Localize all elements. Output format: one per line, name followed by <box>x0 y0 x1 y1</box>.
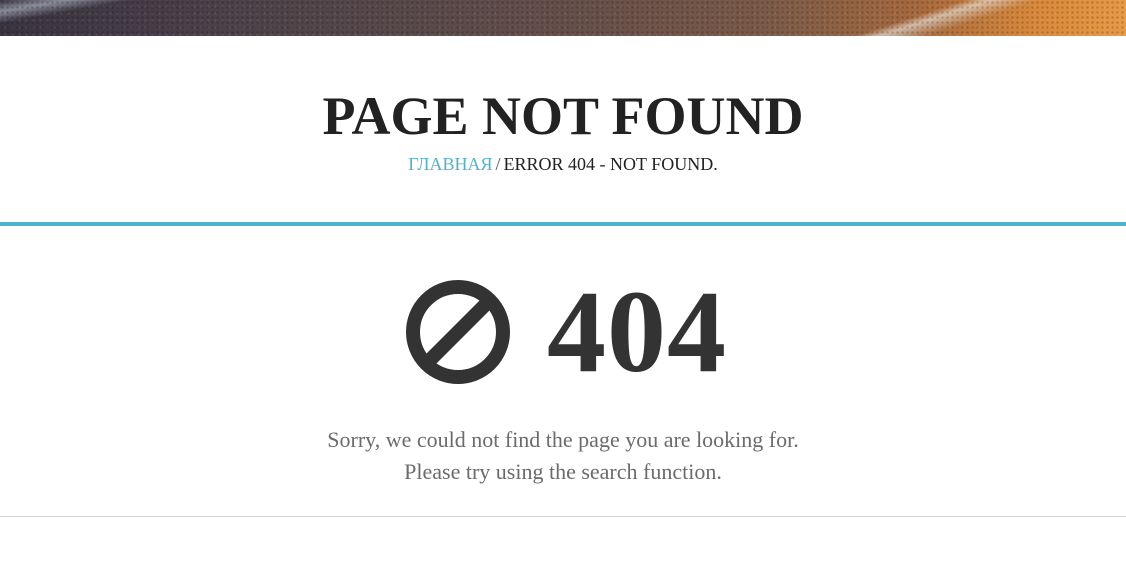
hero-banner-image <box>0 0 1126 36</box>
breadcrumb-current: ERROR 404 - NOT FOUND. <box>503 154 718 174</box>
error-message-line-1: Sorry, we could not find the page you ar… <box>327 427 799 452</box>
error-message-line-2: Please try using the search function. <box>404 459 722 484</box>
breadcrumb-separator: / <box>495 154 501 174</box>
page-title: PAGE NOT FOUND <box>322 86 804 146</box>
accent-divider <box>0 222 1126 226</box>
page-header: PAGE NOT FOUND ГЛАВНАЯ / ERROR 404 - NOT F… <box>0 36 1126 222</box>
ban-icon <box>405 279 511 385</box>
bottom-divider <box>0 516 1126 517</box>
error-code-number: 404 <box>547 266 727 397</box>
error-code-block: 404 <box>0 266 1126 397</box>
breadcrumb: ГЛАВНАЯ / ERROR 404 - NOT FOUND. <box>0 154 1126 174</box>
error-message: Sorry, we could not find the page you ar… <box>0 424 1126 488</box>
breadcrumb-home-link[interactable]: ГЛАВНАЯ <box>408 154 492 174</box>
